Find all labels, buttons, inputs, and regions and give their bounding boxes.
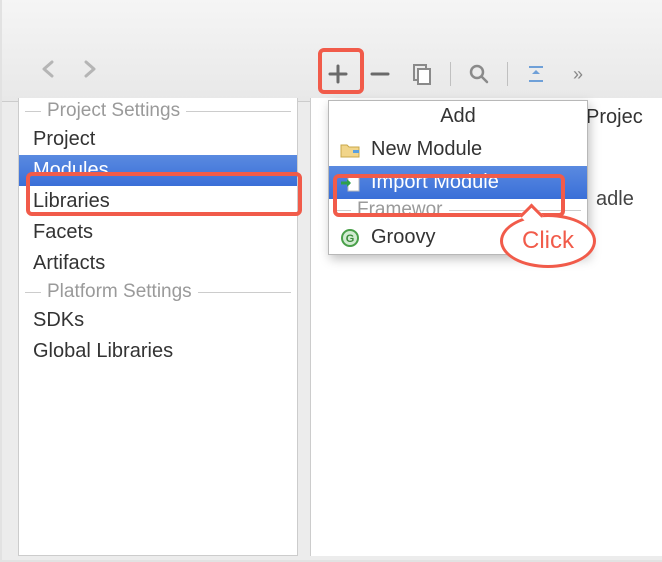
dropdown-title: Add <box>329 101 587 133</box>
import-icon <box>339 173 361 193</box>
forward-button[interactable] <box>76 56 102 82</box>
sidebar-item-facets[interactable]: Facets <box>19 217 297 248</box>
section-project-settings: Project Settings <box>19 98 297 124</box>
remove-button[interactable] <box>366 60 394 88</box>
sidebar-item-artifacts[interactable]: Artifacts <box>19 248 297 279</box>
toolbar-separator <box>450 62 451 86</box>
add-button[interactable] <box>324 60 352 88</box>
window: » Project Settings Project Modules Libra… <box>0 0 662 562</box>
nav-arrows <box>36 56 102 82</box>
toolbar-separator <box>507 62 508 86</box>
click-annotation: Click <box>500 214 596 268</box>
menu-item-label: New Module <box>371 138 482 161</box>
sidebar-item-modules[interactable]: Modules <box>19 155 297 186</box>
settings-sidebar: Project Settings Project Modules Librari… <box>18 98 298 556</box>
sidebar-item-libraries[interactable]: Libraries <box>19 186 297 217</box>
sidebar-item-project[interactable]: Project <box>19 124 297 155</box>
menu-item-new-module[interactable]: New Module <box>329 133 587 166</box>
back-button[interactable] <box>36 56 62 82</box>
background-text: adle <box>596 188 634 211</box>
more-button[interactable]: » <box>564 60 592 88</box>
menu-item-label: Groovy <box>371 226 435 249</box>
sidebar-item-sdks[interactable]: SDKs <box>19 305 297 336</box>
search-button[interactable] <box>465 60 493 88</box>
expand-button[interactable] <box>522 60 550 88</box>
click-label: Click <box>522 227 574 255</box>
menu-item-import-module[interactable]: Import Module <box>329 166 587 199</box>
groovy-icon: G <box>339 228 361 248</box>
module-toolbar: » <box>314 52 654 96</box>
folder-new-icon <box>339 140 361 160</box>
right-column-header: Projec <box>586 106 643 129</box>
sidebar-item-global-libraries[interactable]: Global Libraries <box>19 336 297 367</box>
menu-item-label: Import Module <box>371 171 499 194</box>
section-platform-settings: Platform Settings <box>19 279 297 305</box>
copy-button[interactable] <box>408 60 436 88</box>
svg-text:G: G <box>346 233 355 245</box>
